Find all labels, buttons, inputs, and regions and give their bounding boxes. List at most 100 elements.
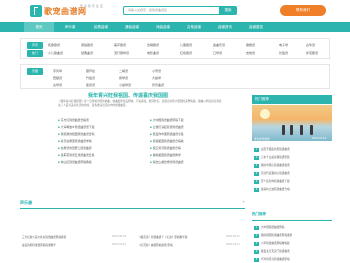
rank-badge: 6 <box>254 188 259 192</box>
row-date: 2020-05-27 <box>226 235 240 238</box>
category-link[interactable]: 琵琶谱 <box>53 76 62 80</box>
category-link[interactable]: 流行钢琴谱 <box>114 51 129 55</box>
row-date: 2020-06-18 <box>112 235 126 238</box>
section-row[interactable]: 《红河谷》曲谱原唱歌谱 原唱 <box>138 243 173 247</box>
category-link[interactable]: 萨克斯谱 <box>306 51 318 55</box>
hot-date: 2020-03-19 <box>312 137 326 140</box>
rank-badge: 4 <box>254 172 259 176</box>
category-link[interactable]: 经典曲谱 <box>81 51 93 55</box>
category-link[interactable]: 歌剧谱 <box>246 43 255 47</box>
search-button[interactable]: 搜索 <box>219 6 237 15</box>
category-link[interactable]: 美声歌谱 <box>114 43 126 47</box>
recommend-item[interactable]: 4 我爱北京天安门简谱曲谱 <box>254 248 334 256</box>
list-item[interactable]: 大海啊故乡简谱曲谱谱下载 <box>58 124 95 131</box>
category-link[interactable]: 葫芦丝 <box>86 69 95 73</box>
category-link[interactable]: 竹笛谱 <box>86 76 95 80</box>
recommend-list: 1 大中国简谱曲谱原唱 2 我的祖国简谱曲谱原唱歌谱 3 小草简谱曲谱原唱教唱版 4我… <box>254 224 334 263</box>
list-item[interactable]: 让我们荡起双桨简谱曲谱 <box>150 124 184 131</box>
contact-button[interactable]: 联系我们 <box>280 5 326 16</box>
category-link[interactable]: 长笛谱 <box>279 51 288 55</box>
category-link[interactable]: 吉他谱 <box>246 51 255 55</box>
site-header: 歌宠曲谱网 乐 享 音 乐 生 活 请输入关键字，如简谱曲谱名 搜索 联系我们 <box>0 0 350 22</box>
section-title[interactable]: 声乐谱 <box>20 200 32 206</box>
figure-shape <box>300 125 303 135</box>
category-link[interactable]: 电子琴 <box>279 43 288 47</box>
list-item[interactable]: 保卫黄河简谱曲谱合唱 <box>150 145 184 152</box>
row-date: 2020-03-11 <box>226 243 240 246</box>
list-item[interactable]: 我和我的祖国简谱曲谱合唱 <box>58 131 95 138</box>
nav-item-home[interactable]: 首页 <box>24 22 54 32</box>
hot-feature-image[interactable] <box>252 105 332 141</box>
row-date: 2020-04-22 <box>112 243 126 246</box>
nav-item-guitar[interactable]: 吉他曲谱 <box>179 22 209 32</box>
recommend-item[interactable]: 1 大中国简谱曲谱原唱 <box>254 224 334 232</box>
category-panel-instrument: 乐器 手风琴 葫芦丝 二胡谱 小号谱 琵琶谱 竹笛谱 扬琴谱 大提琴 古琴谱 笛… <box>20 64 330 89</box>
category-link[interactable]: 金曲乐谱 <box>213 43 225 47</box>
list-item[interactable]: 东方红简谱曲谱合唱谱 <box>58 117 94 124</box>
nav-item-appreciation[interactable]: 曲谱鉴赏 <box>241 22 271 32</box>
hot-item[interactable]: 4 月亮代表我的心简谱曲谱 <box>254 170 332 178</box>
rank-badge: 1 <box>254 226 259 230</box>
list-item[interactable]: 唱支山歌给党听简谱曲谱 <box>150 159 184 166</box>
hot-item[interactable]: 6 鼓浪屿之波简谱曲谱合唱 <box>254 186 332 194</box>
list-item[interactable]: 我爱你中国简谱曲谱全集 <box>150 131 184 138</box>
nav-item-opera[interactable]: 戏曲曲谱 <box>148 22 178 32</box>
category-link[interactable]: 笛箫谱 <box>86 83 95 87</box>
nav-item-popular[interactable]: 通俗曲谱 <box>117 22 147 32</box>
list-item[interactable]: 茉莉花简谱五线谱曲谱合集 <box>58 152 95 159</box>
category-link[interactable]: 电影曲谱 <box>147 51 159 55</box>
search-input[interactable]: 请输入关键字，如简谱曲谱名 <box>123 6 219 15</box>
recommend-item[interactable]: 2 我的祖国简谱曲谱原唱歌谱 <box>254 232 334 240</box>
list-item[interactable]: 大中国简谱曲谱原唱下载 <box>150 117 184 124</box>
list-item[interactable]: 祝福祖国简谱曲谱合唱版 <box>150 138 184 145</box>
category-link[interactable]: 民歌歌谱 <box>48 43 60 47</box>
list-item[interactable]: 映山红简谱曲谱原唱教唱 <box>58 159 94 166</box>
category-link[interactable]: 古筝谱 <box>306 43 315 47</box>
hot-item[interactable]: 1 白天不懂夜的黑简谱曲谱 <box>254 146 332 154</box>
rank-badge: 2 <box>254 234 259 238</box>
category-link[interactable]: 红色歌谱 <box>180 51 192 55</box>
category-link[interactable]: 通俗歌谱 <box>81 43 93 47</box>
category-link[interactable]: 小号谱 <box>152 69 161 73</box>
category-link[interactable]: 合唱歌谱 <box>147 43 159 47</box>
category-link[interactable]: 扬琴谱 <box>119 76 128 80</box>
featured-title[interactable]: 我年青兴旺我祖国、传递喜庆我国图 <box>88 92 168 99</box>
list-item[interactable]: 春天在哪里简谱曲谱学唱 <box>58 138 94 145</box>
hot-item[interactable]: 3 我的中国心简谱曲谱歌谱 <box>254 162 332 170</box>
category-link[interactable]: 管乐曲谱 <box>152 83 164 87</box>
hot-header: 热门推荐 <box>252 95 332 104</box>
recommend-divider <box>252 220 332 221</box>
figure-shape <box>290 125 293 135</box>
featured-list-left: 东方红简谱曲谱合唱谱 大海啊故乡简谱曲谱谱下载 我和我的祖国简谱曲谱合唱 春天在… <box>58 117 95 166</box>
featured-list-right: 大中国简谱曲谱原唱下载 让我们荡起双桨简谱曲谱 我爱你中国简谱曲谱全集 祝福祖国… <box>150 117 184 166</box>
category-link[interactable]: 大提琴 <box>152 76 161 80</box>
featured-intro: 《我年青兴旺我祖国》是一首传唱全国的歌曲，歌曲旋律优美明快，节奏感强，歌词朴实，… <box>58 100 222 107</box>
category-label-vocal: 声乐 <box>27 42 43 49</box>
category-link[interactable]: 小提琴谱 <box>119 83 131 87</box>
section-row[interactable]: 三大红歌人民公社好简谱曲谱原唱歌谱 <box>22 235 66 239</box>
nav-item-news[interactable]: 曲谱资讯 <box>210 22 240 32</box>
category-link[interactable]: 二胡谱 <box>119 69 128 73</box>
category-link[interactable]: 口琴谱 <box>213 51 222 55</box>
category-link[interactable]: 古琴谱 <box>53 83 62 87</box>
logo-slogan: 乐 享 音 乐 生 活 <box>80 4 103 8</box>
section-row[interactable]: 最美的期待歌谱原唱简谱教学 <box>22 243 56 247</box>
nav-item-vocal[interactable]: 声乐谱 <box>55 22 85 32</box>
list-item[interactable]: 在希望的田野上简谱曲谱 <box>58 145 94 152</box>
list-item[interactable]: 歌唱祖国简谱曲谱教学 <box>150 152 184 159</box>
recommend-item[interactable]: 3 小草简谱曲谱原唱教唱版 <box>254 240 334 248</box>
recommend-item[interactable]: 5 弯弯的月亮简谱曲谱原唱 <box>254 256 334 263</box>
nav-item-folk[interactable]: 民歌曲谱 <box>86 22 116 32</box>
category-link[interactable]: 儿童歌谱 <box>180 43 192 47</box>
hot-item[interactable]: 5 至少还有你简谱曲谱下载 <box>254 178 332 186</box>
figure-shape <box>310 125 313 135</box>
more-link[interactable]: + <box>242 200 245 204</box>
section-vocal-header: 声乐谱 + <box>20 200 245 209</box>
hot-item[interactable]: 2 万水千山总是情简谱原版 <box>254 154 332 162</box>
section-row[interactable]: 《蝶恋花》简谱曲谱下《无边》原唱教学版 <box>138 235 187 239</box>
category-link[interactable]: 少儿歌曲谱 <box>48 51 63 55</box>
category-link[interactable]: 手风琴 <box>53 69 62 73</box>
rank-badge: 5 <box>254 180 259 184</box>
hot-caption[interactable]: 金色年华歌谱 <box>254 137 270 141</box>
logo-icon[interactable] <box>30 5 42 17</box>
